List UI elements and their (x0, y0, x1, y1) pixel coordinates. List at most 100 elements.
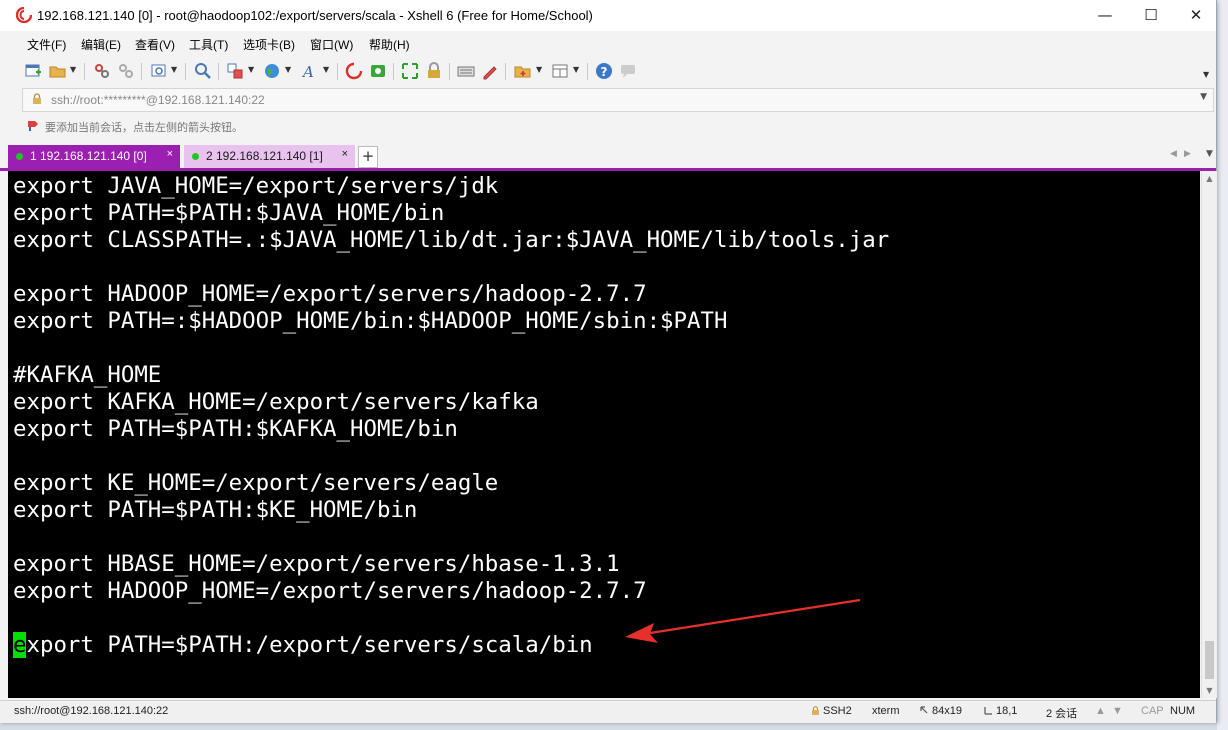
status-num: NUM (1170, 705, 1196, 717)
lock-icon[interactable] (425, 62, 443, 80)
terminal-line: export PATH=:$HADOOP_HOME/bin:$HADOOP_HO… (13, 308, 728, 334)
close-button[interactable]: ✕ (1174, 0, 1218, 31)
maximize-button[interactable]: ☐ (1129, 0, 1173, 31)
toolbar-separator (84, 63, 85, 80)
font-dropdown-icon[interactable]: ▼ (323, 65, 329, 74)
terminal-scrollbar[interactable]: ▲ ▼ (1201, 171, 1217, 698)
xshell-logo-icon[interactable] (345, 62, 363, 80)
download-arrow-icon[interactable]: ▼ (1112, 705, 1123, 717)
terminal-line: export JAVA_HOME=/export/servers/jdk (13, 173, 499, 199)
tab-close-icon[interactable]: × (342, 148, 348, 160)
terminal-line: export CLASSPATH=.:$JAVA_HOME/lib/dt.jar… (13, 227, 890, 253)
desktop-background (1217, 0, 1228, 730)
fullscreen-icon[interactable] (401, 62, 419, 80)
menu-help[interactable]: 帮助(H) (369, 36, 410, 53)
toolbar: ▼ ▼ ▼ ▼ A ▼ ▼ ▼ ? ▼ (0, 56, 1216, 86)
terminal-line: export KAFKA_HOME=/export/servers/kafka (13, 389, 539, 415)
chat-icon[interactable] (619, 62, 637, 80)
status-position-label: 18,1 (996, 705, 1018, 717)
terminal-line: export HADOOP_HOME=/export/servers/hadoo… (13, 578, 647, 604)
window-title: 192.168.121.140 [0] - root@haodoop102:/e… (37, 8, 593, 23)
resize-icon (920, 706, 928, 714)
tab-prev-icon[interactable]: ◀ (1170, 149, 1177, 159)
upload-arrow-icon[interactable]: ▲ (1095, 705, 1106, 717)
font-icon[interactable]: A (301, 62, 319, 80)
add-folder-dropdown-icon[interactable]: ▼ (536, 65, 542, 74)
layout-dropdown-icon[interactable]: ▼ (573, 65, 579, 74)
globe-dropdown-icon[interactable]: ▼ (285, 65, 291, 74)
terminal-line: export PATH=$PATH:$KE_HOME/bin (13, 497, 418, 523)
open-dropdown-icon[interactable]: ▼ (70, 65, 76, 74)
terminal-line: export HADOOP_HOME=/export/servers/hadoo… (13, 281, 647, 307)
hint-bar: 要添加当前会话，点击左侧的箭头按钮。 (22, 114, 1212, 138)
address-dropdown-icon[interactable]: ▼ (1200, 92, 1207, 102)
terminal-line: export HBASE_HOME=/export/servers/hbase-… (13, 551, 620, 577)
terminal-cursor: e (13, 632, 27, 658)
new-tab-icon[interactable] (150, 62, 168, 80)
menu-edit[interactable]: 编辑(E) (81, 36, 121, 53)
add-folder-icon[interactable] (514, 62, 532, 80)
cursor-position-icon (984, 707, 992, 715)
toolbar-separator (185, 63, 186, 80)
find-icon[interactable] (194, 62, 212, 80)
lock-icon (33, 93, 41, 104)
xftp-icon[interactable] (369, 62, 387, 80)
status-connection: ssh://root@192.168.121.140:22 (14, 705, 169, 717)
disconnect-icon[interactable] (117, 62, 135, 80)
menu-view[interactable]: 查看(V) (135, 36, 175, 53)
terminal-view[interactable]: export JAVA_HOME=/export/servers/jdk exp… (8, 171, 1200, 698)
connect-icon[interactable] (93, 62, 111, 80)
toolbar-overflow-icon[interactable]: ▼ (1203, 70, 1209, 79)
status-bar: ssh://root@192.168.121.140:22 SSH2 xterm… (0, 700, 1216, 723)
hint-text: 要添加当前会话，点击左侧的箭头按钮。 (45, 121, 243, 134)
tab-session-1[interactable]: 1 192.168.121.140 [0] × (8, 145, 180, 168)
terminal-cursor-line-text: xport PATH=$PATH:/export/servers/scala/b… (26, 632, 593, 658)
terminal-line: export KE_HOME=/export/servers/eagle (13, 470, 499, 496)
tab-next-icon[interactable]: ▶ (1184, 149, 1191, 159)
keyboard-icon[interactable] (457, 62, 475, 80)
status-size: 84x19 (920, 705, 962, 717)
menu-file[interactable]: 文件(F) (27, 36, 66, 53)
status-protocol-label: SSH2 (823, 705, 852, 717)
tab-bar: 1 192.168.121.140 [0] × 2 192.168.121.14… (0, 143, 1216, 171)
status-protocol: SSH2 (811, 705, 852, 717)
globe-icon[interactable] (263, 62, 281, 80)
toolbar-separator (449, 63, 450, 80)
toolbar-separator (218, 63, 219, 80)
terminal-line: export PATH=$PATH:$JAVA_HOME/bin (13, 200, 445, 226)
scroll-down-icon[interactable]: ▼ (1202, 683, 1217, 698)
transfer-dropdown-icon[interactable]: ▼ (248, 65, 254, 74)
connected-status-icon (192, 153, 199, 160)
toolbar-separator (587, 63, 588, 80)
xshell-logo-icon (16, 7, 32, 23)
tab-session-2[interactable]: 2 192.168.121.140 [1] × (184, 145, 355, 168)
menu-tools[interactable]: 工具(T) (189, 36, 228, 53)
svg-text:A: A (301, 63, 314, 80)
open-folder-icon[interactable] (49, 62, 67, 80)
xshell-window: 192.168.121.140 [0] - root@haodoop102:/e… (0, 0, 1218, 723)
add-tab-button[interactable]: + (358, 146, 378, 168)
status-sessions: 2 会话 (1046, 708, 1078, 720)
tab-label: 1 192.168.121.140 [0] (30, 149, 147, 163)
layout-icon[interactable] (551, 62, 569, 80)
menu-tabs[interactable]: 选项卡(B) (243, 36, 295, 53)
terminal-cursor-line: export PATH=$PATH:/export/servers/scala/… (13, 632, 593, 659)
new-session-icon[interactable] (24, 62, 42, 80)
new-tab-dropdown-icon[interactable]: ▼ (171, 65, 177, 74)
help-icon[interactable]: ? (595, 62, 613, 80)
scroll-up-icon[interactable]: ▲ (1202, 171, 1217, 186)
lock-icon (812, 706, 819, 715)
transfer-icon[interactable] (226, 62, 244, 80)
tab-list-dropdown-icon[interactable]: ▼ (1206, 149, 1213, 159)
script-icon[interactable] (481, 62, 499, 80)
address-bar[interactable]: ssh://root:*********@192.168.121.140:22 … (22, 88, 1214, 112)
minimize-button[interactable]: — (1083, 0, 1127, 31)
menu-window[interactable]: 窗口(W) (310, 36, 353, 53)
address-value: ssh://root:*********@192.168.121.140:22 (51, 93, 265, 107)
bookmark-arrow-icon[interactable] (27, 120, 39, 132)
terminal-line: export PATH=$PATH:$KAFKA_HOME/bin (13, 416, 458, 442)
toolbar-separator (393, 63, 394, 80)
tab-close-icon[interactable]: × (167, 148, 173, 160)
svg-text:?: ? (601, 65, 608, 79)
scroll-thumb[interactable] (1205, 641, 1214, 679)
